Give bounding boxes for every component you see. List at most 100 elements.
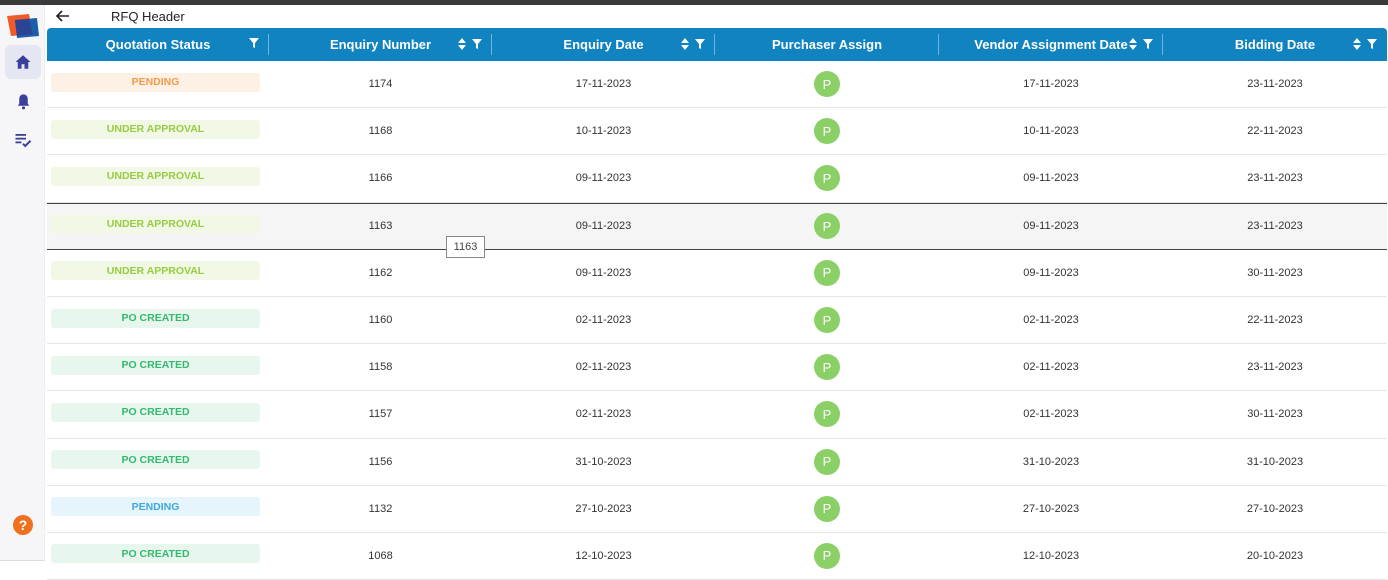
bell-icon <box>17 93 29 109</box>
quotation-status-cell: UNDER APPROVAL <box>47 155 269 201</box>
purchaser-avatar[interactable]: P <box>814 542 840 569</box>
vendor-assignment-date-cell: 31-10-2023 <box>1022 455 1080 468</box>
vendor-assignment-date-cell: 09-11-2023 <box>1023 220 1079 233</box>
vendor-assignment-date-cell: 27-10-2023 <box>1022 502 1080 515</box>
status-badge: UNDER APPROVAL <box>51 214 260 234</box>
enquiry-number-cell: 1157 <box>368 408 393 421</box>
table-row[interactable]: PENDING 1132 27-10-2023 P 27-10-2023 27-10-20… <box>47 486 1387 533</box>
purchaser-avatar[interactable]: P <box>814 213 840 240</box>
filter-icon[interactable] <box>1367 39 1377 49</box>
enquiry-number-cell: 1174 <box>368 78 393 91</box>
purchaser-avatar[interactable]: P <box>814 259 840 286</box>
enquiry-date-cell: 31-10-2023 <box>575 455 632 468</box>
quotation-status-cell: PO CREATED <box>47 439 269 485</box>
enquiry-date-cell: 12-10-2023 <box>575 549 632 562</box>
purchaser-avatar[interactable]: P <box>814 165 840 192</box>
status-badge: UNDER APPROVAL <box>51 166 260 186</box>
filter-icon[interactable] <box>695 39 705 49</box>
enquiry-date-cell: 17-11-2023 <box>575 78 632 91</box>
purchaser-avatar[interactable]: P <box>814 118 840 145</box>
column-header-enquiry-date[interactable]: Enquiry Date <box>492 28 715 61</box>
table-row[interactable]: UNDER APPROVAL 1166 09-11-2023 P 09-11-2023 2… <box>47 155 1387 203</box>
table-row[interactable]: PENDING 1174 17-11-2023 P 17-11-2023 23-11-20… <box>47 61 1387 109</box>
column-label: Enquiry Date <box>563 37 644 52</box>
sidebar-item-home[interactable] <box>5 45 41 79</box>
sidebar: ? <box>0 5 45 560</box>
sort-icon[interactable] <box>681 38 689 50</box>
status-badge: PENDING <box>51 72 260 92</box>
table-row[interactable]: UNDER APPROVAL 1162 09-11-2023 P 09-11-2023 3… <box>47 250 1387 297</box>
purchaser-avatar[interactable]: P <box>814 448 840 475</box>
table-row[interactable]: PO CREATED 1157 02-11-2023 P 02-11-2023 30-11… <box>47 391 1387 439</box>
enquiry-date-cell: 09-11-2023 <box>575 172 632 185</box>
enquiry-number-cell: 1132 <box>368 502 393 515</box>
back-arrow-icon[interactable] <box>55 8 71 24</box>
status-badge: PO CREATED <box>51 308 260 328</box>
purchaser-assign-cell: P <box>715 155 939 201</box>
bidding-date-cell: 23-11-2023 <box>1247 172 1303 185</box>
column-header-quotation-status[interactable]: Quotation Status <box>47 28 269 61</box>
enquiry-number-cell: 1068 <box>368 549 393 562</box>
sidebar-bottom-divider <box>0 560 45 561</box>
column-header-enquiry-number[interactable]: Enquiry Number <box>269 28 492 61</box>
quotation-status-cell: PENDING <box>47 61 269 107</box>
top-bar <box>0 0 1388 5</box>
enquiry-number-cell: 1158 <box>368 361 393 374</box>
enquiry-date-cell: 02-11-2023 <box>575 408 632 421</box>
bidding-date-cell: 31-10-2023 <box>1246 455 1304 468</box>
status-badge: PENDING <box>51 497 260 517</box>
page-title: RFQ Header <box>111 9 185 24</box>
sort-icon[interactable] <box>458 38 466 50</box>
table-header: Quotation Status Enquiry Number Enquiry … <box>47 28 1387 61</box>
sort-icon[interactable] <box>1129 38 1137 50</box>
purchaser-assign-cell: P <box>715 61 939 107</box>
enquiry-number-cell: 1166 <box>368 172 393 185</box>
quotation-status-cell: UNDER APPROVAL <box>47 204 269 249</box>
quotation-status-cell: PO CREATED <box>47 391 269 437</box>
purchaser-assign-cell: P <box>715 533 939 579</box>
bidding-date-cell: 30-11-2023 <box>1247 408 1303 421</box>
bidding-date-cell: 27-10-2023 <box>1246 502 1304 515</box>
column-header-vendor-assignment-date[interactable]: Vendor Assignment Date <box>939 28 1163 61</box>
purchaser-avatar[interactable]: P <box>814 354 840 381</box>
sidebar-item-tasks[interactable] <box>5 123 41 157</box>
vendor-assignment-date-cell: 02-11-2023 <box>1023 314 1079 327</box>
bidding-date-cell: 20-10-2023 <box>1246 549 1304 562</box>
enquiry-number-cell: 1168 <box>368 125 393 138</box>
enquiry-date-cell: 10-11-2023 <box>575 125 632 138</box>
table-body: PENDING 1174 17-11-2023 P 17-11-2023 23-11-20… <box>47 61 1387 580</box>
help-icon[interactable]: ? <box>13 515 33 535</box>
enquiry-number-cell: 1160 <box>368 314 393 327</box>
quotation-status-cell: UNDER APPROVAL <box>47 108 269 154</box>
column-label: Vendor Assignment Date <box>974 37 1128 52</box>
quotation-status-cell: PO CREATED <box>47 297 269 343</box>
filter-icon[interactable] <box>249 38 259 48</box>
bidding-date-cell: 22-11-2023 <box>1247 314 1303 327</box>
filter-icon[interactable] <box>1143 39 1153 49</box>
purchaser-avatar[interactable]: P <box>814 71 840 98</box>
table-row[interactable]: UNDER APPROVAL 1163 09-11-2023 P 09-11-2023 2… <box>47 202 1387 250</box>
home-icon <box>15 55 31 69</box>
bidding-date-cell: 23-11-2023 <box>1247 361 1303 374</box>
quotation-status-cell: PO CREATED <box>47 533 269 579</box>
purchaser-avatar[interactable]: P <box>814 401 840 428</box>
vendor-assignment-date-cell: 09-11-2023 <box>1023 172 1079 185</box>
purchaser-assign-cell: P <box>715 108 939 154</box>
table-row[interactable]: UNDER APPROVAL 1168 10-11-2023 P 10-11-2023 2… <box>47 108 1387 156</box>
purchaser-assign-cell: P <box>715 250 939 296</box>
filter-icon[interactable] <box>472 39 482 49</box>
column-label: Enquiry Number <box>329 37 432 52</box>
table-row[interactable]: PO CREATED 1156 31-10-2023 P 31-10-2023 31-10… <box>47 439 1387 486</box>
sort-icon[interactable] <box>1353 38 1361 50</box>
sidebar-item-notifications[interactable] <box>5 84 41 118</box>
purchaser-avatar[interactable]: P <box>814 307 840 334</box>
vendor-assignment-date-cell: 02-11-2023 <box>1023 361 1079 374</box>
purchaser-avatar[interactable]: P <box>814 495 840 522</box>
column-header-purchaser-assign[interactable]: Purchaser Assign <box>715 28 939 61</box>
table-row[interactable]: PO CREATED 1160 02-11-2023 P 02-11-2023 22-11… <box>47 297 1387 345</box>
table-row[interactable]: PO CREATED 1158 02-11-2023 P 02-11-2023 23-11… <box>47 344 1387 392</box>
vendor-assignment-date-cell: 17-11-2023 <box>1023 78 1079 91</box>
vendor-assignment-date-cell: 10-11-2023 <box>1023 125 1079 138</box>
column-header-bidding-date[interactable]: Bidding Date <box>1163 28 1387 61</box>
bidding-date-cell: 30-11-2023 <box>1247 266 1303 279</box>
